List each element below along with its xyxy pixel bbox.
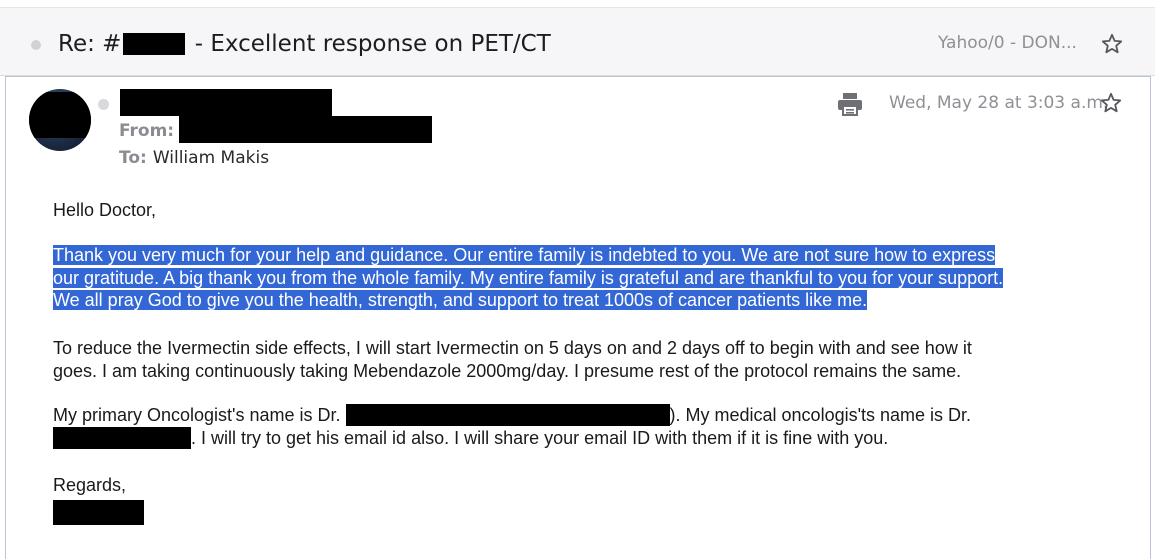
subject-prefix: Re: # (58, 31, 122, 57)
redacted-oncologist-name (345, 404, 670, 426)
closing: Regards, (53, 475, 127, 495)
avatar (29, 89, 91, 151)
printer-icon[interactable] (837, 92, 863, 116)
selected-text-line: We all pray God to give you the health, … (53, 290, 868, 310)
recipient-line: To: William Makis (119, 148, 269, 168)
body-line-start: My primary Oncologist's name is Dr. (53, 405, 346, 425)
thread-header: Re: # - Excellent response on PET/CT Yah… (0, 8, 1155, 76)
thread-subject: Re: # - Excellent response on PET/CT (58, 29, 551, 59)
redacted-medical-oncologist-name (53, 426, 191, 449)
from-label: From: (119, 121, 175, 141)
subject-suffix: - Excellent response on PET/CT (187, 31, 551, 57)
body-line-end: . I will try to get his email id also. I… (191, 427, 889, 448)
redacted-ticket-number (123, 33, 186, 55)
message-date: Wed, May 28 at 3:03 a.m. (889, 93, 1109, 113)
unread-dot[interactable] (31, 40, 41, 50)
body-line: To reduce the Ivermectin side effects, I… (53, 338, 972, 358)
body-line: goes. I am taking continuously taking Me… (53, 360, 962, 381)
star-icon[interactable] (1099, 91, 1123, 115)
folder-label[interactable]: Yahoo/0 - DON... (938, 33, 1077, 53)
ivermectin-paragraph: To reduce the Ivermectin side effects, I… (53, 337, 1113, 382)
redacted-sender-name (120, 89, 332, 116)
recipient-name[interactable]: William Makis (153, 148, 269, 168)
body-line-end: ). My medical oncologis'ts name is Dr. (669, 405, 972, 425)
oncologist-paragraph: My primary Oncologist's name is Dr. ). M… (53, 404, 1113, 449)
redacted-avatar (29, 92, 91, 138)
redacted-sender-email (179, 116, 432, 143)
redacted-signature (53, 500, 144, 525)
sender-status-dot (98, 99, 109, 110)
star-icon[interactable] (1100, 32, 1124, 56)
selected-text-line: Thank you very much for your help and gu… (53, 245, 996, 265)
thank-you-paragraph: Thank you very much for your help and gu… (53, 244, 1113, 312)
to-label: To: (119, 148, 147, 168)
top-edge (0, 0, 1155, 8)
selected-text-line: our gratitude. A big thank you from the … (53, 267, 1004, 288)
greeting: Hello Doctor, (53, 200, 157, 220)
